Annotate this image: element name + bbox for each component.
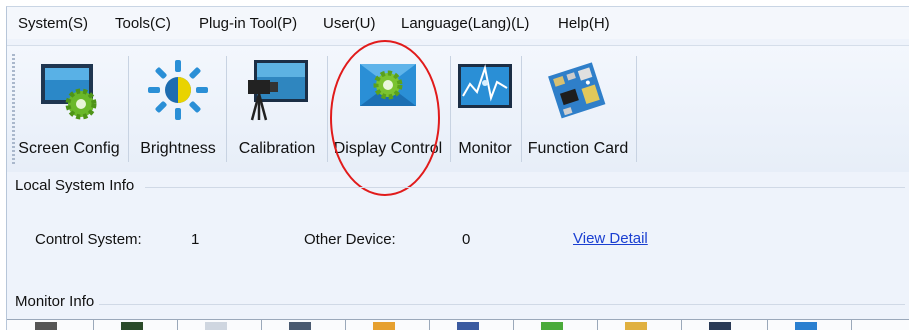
menu-user[interactable]: User(U) [323, 15, 376, 32]
toolbar-divider [636, 56, 637, 162]
menu-system[interactable]: System(S) [18, 15, 88, 32]
toolbar: Screen Config Brightness Calibration Dis… [7, 45, 909, 172]
control-system-value: 1 [191, 231, 200, 248]
calibration-button[interactable]: Calibration [229, 50, 325, 168]
menu-language[interactable]: Language(Lang)(L) [401, 15, 529, 32]
app-window: System(S) Tools(C) Plug-in Tool(P) User(… [6, 6, 909, 330]
toolbar-divider [521, 56, 522, 162]
monitor-label: Monitor [458, 140, 512, 157]
screen-config-label: Screen Config [18, 140, 120, 157]
view-detail-link[interactable]: View Detail [573, 230, 648, 247]
other-device-value: 0 [462, 231, 471, 248]
toolbar-divider [226, 56, 227, 162]
monitor-info-title: Monitor Info [15, 293, 99, 310]
local-system-info-title: Local System Info [15, 177, 139, 194]
group-border [99, 304, 905, 305]
menu-tools[interactable]: Tools(C) [115, 15, 171, 32]
menu-plugin-tool[interactable]: Plug-in Tool(P) [199, 15, 297, 32]
function-card-label: Function Card [527, 140, 629, 157]
menu-bar: System(S) Tools(C) Plug-in Tool(P) User(… [7, 7, 909, 39]
toolbar-divider [450, 56, 451, 162]
calibration-icon [248, 60, 308, 121]
toolbar-divider [128, 56, 129, 162]
control-system-label: Control System: [35, 231, 142, 248]
display-control-label: Display Control [333, 140, 443, 157]
toolbar-divider [327, 56, 328, 162]
function-card-button[interactable]: Function Card [523, 50, 633, 168]
group-border [145, 187, 905, 188]
brightness-label: Brightness [140, 140, 216, 157]
monitor-icon-strip [7, 319, 909, 330]
calibration-label: Calibration [238, 140, 316, 157]
display-control-icon [360, 64, 416, 106]
monitor-icon [458, 64, 512, 108]
monitor-button[interactable]: Monitor [452, 50, 518, 168]
display-control-button[interactable]: Display Control [329, 50, 447, 168]
screen-config-icon [41, 64, 97, 120]
screen-config-button[interactable]: Screen Config [15, 50, 123, 168]
menu-help[interactable]: Help(H) [558, 15, 610, 32]
other-device-label: Other Device: [304, 231, 396, 248]
function-card-icon [548, 62, 606, 119]
brightness-icon [148, 60, 208, 120]
brightness-button[interactable]: Brightness [133, 50, 223, 168]
